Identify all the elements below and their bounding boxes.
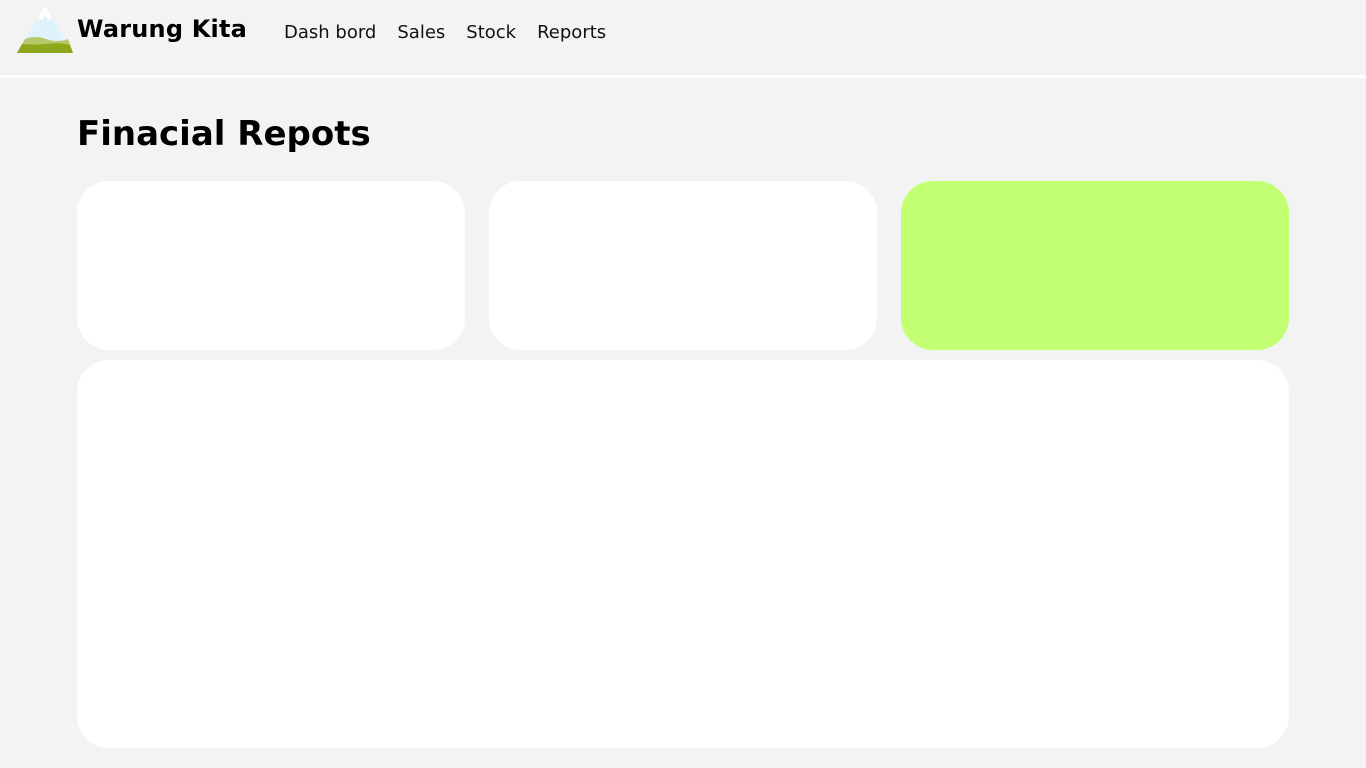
- nav-item-reports[interactable]: Reports: [537, 21, 606, 45]
- nav-item-stock[interactable]: Stock: [466, 21, 516, 45]
- mountain-icon[interactable]: [16, 5, 74, 54]
- nav-item-dashboard[interactable]: Dash bord: [284, 21, 376, 45]
- page-title: Finacial Repots: [77, 114, 371, 154]
- summary-card-highlight: [901, 181, 1289, 350]
- navbar-divider: [0, 75, 1366, 78]
- nav-item-sales[interactable]: Sales: [397, 21, 445, 45]
- brand-name[interactable]: Warung Kita: [77, 13, 247, 45]
- main-nav: Dash bord Sales Stock Reports: [284, 21, 606, 45]
- report-panel: [77, 360, 1289, 748]
- top-navbar: Warung Kita Dash bord Sales Stock Report…: [0, 0, 1366, 75]
- summary-card-1: [77, 181, 465, 350]
- summary-card-2: [489, 181, 877, 350]
